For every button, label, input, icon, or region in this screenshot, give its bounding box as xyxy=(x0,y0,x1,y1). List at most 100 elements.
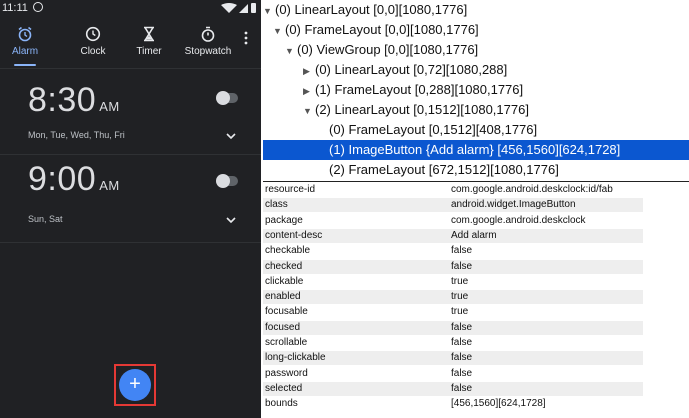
property-value: Add alarm xyxy=(451,229,497,241)
tab-clock-label: Clock xyxy=(80,46,106,57)
property-key: resource-id xyxy=(265,184,316,195)
chevron-down-icon[interactable] xyxy=(226,132,236,140)
collapsed-arrow-icon[interactable]: ▶ xyxy=(303,81,315,101)
chevron-down-icon[interactable] xyxy=(226,216,236,224)
expanded-arrow-icon[interactable]: ▼ xyxy=(273,21,285,41)
alarm-ampm: AM xyxy=(99,99,120,114)
alarm-toggle[interactable] xyxy=(216,174,238,188)
property-key: checked xyxy=(265,260,303,272)
property-key: content-desc xyxy=(265,229,323,241)
property-key: checkable xyxy=(265,245,311,257)
property-key: enabled xyxy=(265,291,301,303)
property-row[interactable]: checkable false xyxy=(263,244,643,259)
tab-bar: Alarm Clock Timer Stopwatch xyxy=(0,18,261,68)
property-row[interactable]: checked false xyxy=(263,259,643,274)
tree-node[interactable]: ▶ (1) FrameLayout [0,288][1080,1776] xyxy=(263,80,689,100)
property-key: password xyxy=(265,367,308,379)
property-key: class xyxy=(265,199,288,211)
property-value: android.widget.ImageButton xyxy=(451,199,576,211)
tree-node-label: (0) FrameLayout [0,1512][408,1776] xyxy=(329,122,538,137)
tree-node[interactable]: ▼ (0) FrameLayout [0,0][1080,1776] xyxy=(263,20,689,40)
property-row[interactable]: password false xyxy=(263,366,643,381)
expanded-arrow-icon[interactable]: ▼ xyxy=(263,1,275,21)
alarm-time[interactable]: 8:30 AM xyxy=(28,81,120,120)
property-key: clickable xyxy=(265,275,304,287)
tree-node-label: (0) LinearLayout [0,0][1080,1776] xyxy=(275,2,468,17)
tree-node[interactable]: ▶ (0) LinearLayout [0,72][1080,288] xyxy=(263,60,689,80)
status-time: 11:11 xyxy=(2,2,28,14)
tree-node-label: (0) FrameLayout [0,0][1080,1776] xyxy=(285,22,479,37)
alarm-days: Sun, Sat xyxy=(28,214,63,224)
property-value: com.google.android.deskclock xyxy=(451,214,586,226)
property-value: true xyxy=(451,275,469,287)
tree-node-label: (0) ViewGroup [0,0][1080,1776] xyxy=(297,42,479,57)
collapsed-arrow-icon[interactable]: ▶ xyxy=(303,61,315,81)
alarm-divider xyxy=(0,242,261,243)
property-value: [456,1560][624,1728] xyxy=(451,398,546,410)
tab-stopwatch-label: Stopwatch xyxy=(184,46,232,57)
alarm-divider xyxy=(0,154,261,155)
alarm-icon xyxy=(18,26,32,42)
alarm-toggle[interactable] xyxy=(216,91,238,105)
alarm-days: Mon, Tue, Wed, Thu, Fri xyxy=(28,130,125,140)
expanded-arrow-icon[interactable]: ▼ xyxy=(285,41,297,61)
property-row[interactable]: clickable true xyxy=(263,274,643,289)
property-value: true xyxy=(451,291,469,303)
tab-clock[interactable]: Clock xyxy=(70,18,116,66)
property-value: false xyxy=(451,245,473,257)
add-alarm-button[interactable]: + xyxy=(119,369,151,401)
property-key: focusable xyxy=(265,306,308,318)
wifi-icon xyxy=(221,3,237,13)
property-row[interactable]: selected false xyxy=(263,381,643,396)
property-value: false xyxy=(451,321,473,333)
property-row[interactable]: long-clickable false xyxy=(263,351,643,366)
tree-node[interactable]: ▼ (0) LinearLayout [0,0][1080,1776] xyxy=(263,0,689,20)
status-bar: 11:11 xyxy=(0,0,261,18)
alarm-time-value: 9:00 xyxy=(28,160,97,198)
tree-node-label: (2) LinearLayout [0,1512][1080,1776] xyxy=(315,102,529,117)
property-row[interactable]: package com.google.android.deskclock xyxy=(263,213,643,228)
alarm-toggle-knob xyxy=(216,174,230,188)
property-row[interactable]: focusable true xyxy=(263,305,643,320)
property-key: bounds xyxy=(265,398,298,410)
phone-screen: 11:11 Alarm Clock Timer Stopwatch 8:30 A… xyxy=(0,0,261,418)
alarm-card[interactable]: 9:00 AM Sun, Sat xyxy=(0,156,261,244)
tree-node-label: (1) FrameLayout [0,288][1080,1776] xyxy=(315,82,524,97)
more-options-icon[interactable] xyxy=(243,30,249,46)
property-value: false xyxy=(451,352,473,364)
tree-node[interactable]: (2) FrameLayout [672,1512][1080,1776] xyxy=(263,160,689,178)
property-row[interactable]: scrollable false xyxy=(263,336,643,350)
tree-node-selected[interactable]: (1) ImageButton {Add alarm} [456,1560][6… xyxy=(263,140,689,160)
battery-icon xyxy=(251,3,256,13)
tree-node-label: (0) LinearLayout [0,72][1080,288] xyxy=(315,62,508,77)
tree-node-label: (2) FrameLayout [672,1512][1080,1776] xyxy=(329,162,559,177)
property-row[interactable]: focused false xyxy=(263,320,643,335)
screen-record-icon xyxy=(33,2,43,12)
alarm-time[interactable]: 9:00 AM xyxy=(28,160,120,199)
view-hierarchy-tree: ▼ (0) LinearLayout [0,0][1080,1776] ▼ (0) F… xyxy=(263,0,689,178)
panel-divider[interactable] xyxy=(263,181,689,182)
property-row[interactable]: resource-id com.google.android.deskclock:… xyxy=(263,183,643,197)
property-key: scrollable xyxy=(265,337,308,348)
property-key: focused xyxy=(265,321,301,333)
tab-timer-label: Timer xyxy=(136,46,162,57)
tree-node-label: (1) ImageButton {Add alarm} [456,1560][6… xyxy=(329,142,621,157)
property-row[interactable]: bounds [456,1560][624,1728] xyxy=(263,397,643,412)
tab-stopwatch[interactable]: Stopwatch xyxy=(178,18,238,66)
tree-node[interactable]: ▼ (0) ViewGroup [0,0][1080,1776] xyxy=(263,40,689,60)
alarm-toggle-knob xyxy=(216,91,230,105)
tree-node[interactable]: ▼ (2) LinearLayout [0,1512][1080,1776] xyxy=(263,100,689,120)
property-value: false xyxy=(451,260,473,272)
tree-node[interactable]: (0) FrameLayout [0,1512][408,1776] xyxy=(263,120,689,140)
property-row[interactable]: class android.widget.ImageButton xyxy=(263,198,643,213)
expanded-arrow-icon[interactable]: ▼ xyxy=(303,101,315,121)
status-icons xyxy=(221,3,256,13)
timer-icon xyxy=(144,26,154,42)
property-row[interactable]: enabled true xyxy=(263,290,643,305)
alarm-card[interactable]: 8:30 AM Mon, Tue, Wed, Thu, Fri xyxy=(0,69,261,157)
tab-timer[interactable]: Timer xyxy=(126,18,172,66)
property-row[interactable]: content-desc Add alarm xyxy=(263,228,643,243)
tab-alarm[interactable]: Alarm xyxy=(2,18,48,66)
property-value: true xyxy=(451,306,469,318)
alarm-ampm: AM xyxy=(99,178,120,193)
